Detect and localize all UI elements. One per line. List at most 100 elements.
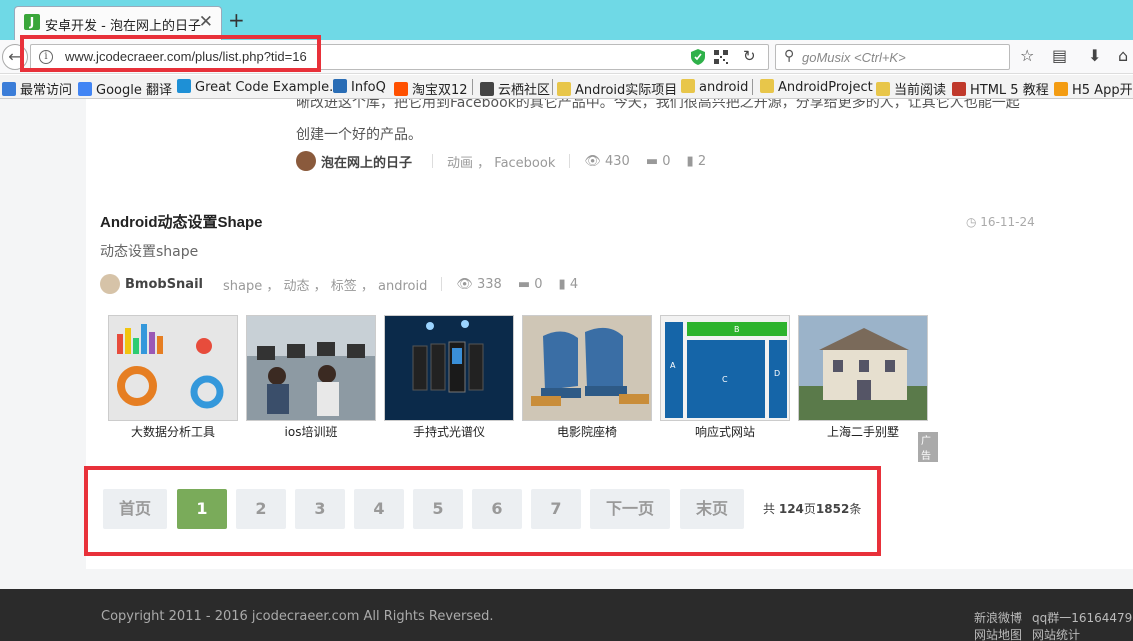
- svg-text:A: A: [670, 361, 676, 370]
- folder-icon: [760, 79, 774, 93]
- ad-image[interactable]: [384, 315, 514, 421]
- ad-image[interactable]: [798, 315, 928, 421]
- bookmark-icon: [177, 79, 191, 93]
- folder-icon: [876, 82, 890, 96]
- article-title[interactable]: Android动态设置Shape: [100, 211, 263, 232]
- ad-caption[interactable]: 响应式网站: [660, 423, 790, 440]
- prev-article-desc: 晰改进这个库，把它用到Facebook的真它产品中。今天，我们很高兴把之开源，分…: [296, 99, 1020, 143]
- ad-label: 广告: [918, 432, 938, 462]
- avatar[interactable]: [296, 151, 316, 171]
- ad-caption[interactable]: 电影院座椅: [522, 423, 652, 440]
- footer-link-sitemap[interactable]: 网站地图: [974, 626, 1022, 641]
- bookmark-icon: ▮: [686, 153, 698, 169]
- bookmark-count[interactable]: ▮ 2: [687, 154, 707, 169]
- ad-strip: 大数据分析工具 ios培训班 手持式光谱仪 电影院座椅 A B C D 响应式网…: [108, 315, 938, 462]
- bookmark-item[interactable]: HTML 5 教程: [952, 79, 1049, 98]
- ad-item[interactable]: A B C D 响应式网站: [660, 315, 790, 440]
- ad-item[interactable]: 大数据分析工具: [108, 315, 238, 440]
- bookmark-item[interactable]: H5 App开发: [1054, 79, 1133, 98]
- bookmark-star-icon[interactable]: ☆: [1020, 46, 1034, 65]
- comment-icon: ▬: [645, 153, 663, 169]
- ad-item[interactable]: 上海二手别墅: [798, 315, 928, 440]
- ad-item[interactable]: 手持式光谱仪: [384, 315, 514, 440]
- taobao-icon: [394, 82, 408, 96]
- pagination-highlight-box: [84, 466, 881, 556]
- folder-icon: [557, 82, 571, 96]
- author-link[interactable]: 泡在网上的日子: [321, 152, 412, 171]
- avatar[interactable]: [100, 274, 120, 294]
- bookmark-item[interactable]: Great Code Example...: [177, 79, 342, 95]
- bookmark-item[interactable]: InfoQ: [333, 79, 386, 95]
- svg-text:D: D: [774, 369, 780, 378]
- bookmark-folder[interactable]: 当前阅读: [876, 79, 946, 98]
- ad-caption[interactable]: ios培训班: [246, 423, 376, 440]
- bookmark-item[interactable]: 云栖社区: [480, 79, 550, 98]
- download-icon[interactable]: ⬇: [1088, 46, 1101, 65]
- bookmark-folder[interactable]: android: [681, 79, 748, 95]
- bookmark-folder[interactable]: Android实际项目: [557, 79, 677, 98]
- bookmark-count[interactable]: ▮ 4: [559, 277, 579, 292]
- bookmark-separator: [552, 79, 553, 95]
- ad-image[interactable]: [522, 315, 652, 421]
- ad-caption[interactable]: 手持式光谱仪: [384, 423, 514, 440]
- comment-icon: ▬: [517, 276, 535, 292]
- prev-article-meta: 泡在网上的日子 动画 ， Facebook 👁 430 ▬ 0 ▮ 2: [296, 150, 722, 172]
- view-count: 👁 338: [456, 276, 502, 292]
- infoq-icon: [333, 79, 347, 93]
- bookmark-icon: [1054, 82, 1068, 96]
- ad-image[interactable]: [246, 315, 376, 421]
- svg-text:B: B: [734, 325, 740, 334]
- svg-text:C: C: [722, 375, 728, 384]
- folder-icon: [681, 79, 695, 93]
- ad-caption[interactable]: 上海二手别墅: [798, 423, 928, 440]
- comment-count[interactable]: ▬ 0: [518, 277, 543, 292]
- search-input[interactable]: goMusix <Ctrl+K>: [802, 50, 906, 65]
- bookmark-item[interactable]: 淘宝双12: [394, 79, 468, 98]
- ad-caption[interactable]: 大数据分析工具: [108, 423, 238, 440]
- bookmark-separator: [752, 79, 753, 95]
- bookmark-item[interactable]: 最常访问: [2, 79, 72, 98]
- footer-link-qq-group[interactable]: qq群一161644793: [1032, 609, 1133, 626]
- comment-count[interactable]: ▬ 0: [646, 154, 671, 169]
- clock-icon: ◷: [966, 215, 981, 229]
- copyright-text: Copyright 2011 - 2016 jcodecraeer.com Al…: [101, 609, 494, 624]
- article-date: ◷ 16-11-24: [966, 215, 1035, 229]
- new-tab-icon[interactable]: +: [228, 9, 245, 31]
- eye-icon: 👁: [456, 276, 477, 292]
- ad-image[interactable]: A B C D: [660, 315, 790, 421]
- tag-links[interactable]: shape ， 动态 ， 标签 ， android: [223, 275, 427, 294]
- tag-links[interactable]: 动画 ， Facebook: [447, 152, 555, 171]
- eye-icon: 👁: [584, 153, 606, 169]
- url-highlight-box: [20, 35, 321, 72]
- library-icon[interactable]: ▤: [1052, 46, 1067, 65]
- cloud-icon: [480, 82, 494, 96]
- google-icon: [78, 82, 92, 96]
- bookmark-item[interactable]: Google 翻译: [78, 79, 172, 98]
- bookmark-icon: ▮: [558, 276, 570, 292]
- close-tab-icon[interactable]: ✕: [199, 12, 213, 32]
- footer-link-weibo[interactable]: 新浪微博: [974, 609, 1022, 626]
- divider: [432, 154, 434, 168]
- bookmark-folder[interactable]: AndroidProject: [760, 79, 873, 95]
- home-icon[interactable]: ⌂: [1118, 46, 1128, 65]
- ad-image[interactable]: [108, 315, 238, 421]
- shield-icon[interactable]: [691, 49, 705, 65]
- footer-link-stats[interactable]: 网站统计: [1032, 626, 1080, 641]
- search-bar[interactable]: ⚲ goMusix <Ctrl+K>: [775, 44, 1010, 70]
- search-icon: ⚲: [784, 48, 795, 64]
- qr-code-icon[interactable]: [714, 50, 728, 64]
- author-link[interactable]: BmobSnail: [125, 277, 203, 292]
- w3-icon: [952, 82, 966, 96]
- bookmark-icon: [2, 82, 16, 96]
- ad-item[interactable]: 电影院座椅: [522, 315, 652, 440]
- view-count: 👁 430: [584, 153, 630, 169]
- divider: [569, 154, 571, 168]
- tab-bar: J 安卓开发 - 泡在网上的日子 ✕ +: [0, 0, 1133, 40]
- reload-icon[interactable]: ↻: [743, 47, 756, 65]
- bookmark-separator: [472, 79, 473, 95]
- site-footer: Copyright 2011 - 2016 jcodecraeer.com Al…: [0, 589, 1133, 641]
- article-meta: BmobSnail shape ， 动态 ， 标签 ， android 👁 33…: [100, 273, 594, 295]
- tab-title: 安卓开发 - 泡在网上的日子: [45, 19, 201, 34]
- site-favicon-icon: J: [24, 14, 40, 30]
- ad-item[interactable]: ios培训班: [246, 315, 376, 440]
